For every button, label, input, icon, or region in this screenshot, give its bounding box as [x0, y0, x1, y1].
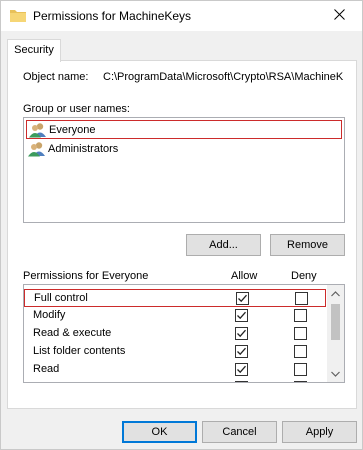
list-item-administrators[interactable]: Administrators — [26, 139, 342, 158]
allow-checkbox[interactable] — [235, 381, 248, 383]
cancel-button[interactable]: Cancel — [202, 421, 277, 443]
scroll-up-button[interactable] — [327, 285, 344, 302]
list-item-label: Everyone — [49, 123, 96, 136]
ok-button[interactable]: OK — [122, 421, 197, 443]
object-name-value: C:\ProgramData\Microsoft\Crypto\RSA\Mach… — [103, 71, 344, 83]
deny-checkbox[interactable] — [294, 381, 307, 382]
permission-row-list-folder-contents[interactable]: List folder contents — [24, 343, 326, 361]
permissions-list[interactable]: Full control Modify Read & execute List … — [23, 284, 345, 383]
deny-checkbox[interactable] — [294, 327, 307, 340]
permission-label: Read & execute — [33, 327, 112, 339]
close-icon — [334, 9, 345, 23]
allow-column-header: Allow — [231, 270, 258, 282]
allow-checkbox[interactable] — [235, 309, 248, 322]
window-title: Permissions for MachineKeys — [33, 9, 192, 23]
checkmark-icon — [237, 347, 246, 356]
checkmark-icon — [237, 365, 246, 374]
checkmark-icon — [238, 294, 247, 303]
allow-checkbox[interactable] — [236, 292, 249, 305]
apply-button[interactable]: Apply — [282, 421, 357, 443]
chevron-up-icon — [331, 290, 340, 296]
allow-checkbox[interactable] — [235, 363, 248, 376]
users-icon — [29, 122, 47, 138]
close-button[interactable] — [317, 1, 362, 31]
permission-row-read[interactable]: Read — [24, 361, 326, 379]
allow-checkbox[interactable] — [235, 345, 248, 358]
permission-label: List folder contents — [33, 345, 126, 357]
list-item-label: Administrators — [48, 142, 119, 155]
checkmark-icon — [236, 382, 247, 383]
permission-row-modify[interactable]: Modify — [24, 307, 326, 325]
permissions-header: Permissions for Everyone — [23, 270, 149, 282]
permission-label: Full control — [34, 292, 88, 304]
group-user-list[interactable]: Everyone Administrators — [23, 117, 345, 223]
group-users-label: Group or user names: — [23, 103, 130, 115]
deny-column-header: Deny — [291, 270, 317, 282]
users-icon — [28, 141, 46, 157]
remove-button[interactable]: Remove — [270, 234, 345, 256]
tab-security[interactable]: Security — [7, 39, 61, 62]
chevron-down-icon — [331, 371, 340, 377]
permission-row-full-control[interactable]: Full control — [24, 289, 326, 307]
deny-checkbox[interactable] — [294, 309, 307, 322]
permission-row-read-execute[interactable]: Read & execute — [24, 325, 326, 343]
permissions-scrollbar[interactable] — [327, 285, 344, 382]
deny-checkbox[interactable] — [295, 292, 308, 305]
permission-row-write[interactable] — [24, 379, 326, 383]
scroll-down-button[interactable] — [327, 365, 344, 382]
scroll-thumb[interactable] — [331, 304, 340, 340]
checkmark-icon — [237, 329, 246, 338]
list-item-everyone[interactable]: Everyone — [26, 120, 342, 139]
object-name-label: Object name: — [23, 71, 89, 83]
deny-checkbox[interactable] — [294, 363, 307, 376]
add-button[interactable]: Add... — [186, 234, 261, 256]
permissions-dialog: Permissions for MachineKeys Security Obj… — [0, 0, 363, 450]
title-bar[interactable]: Permissions for MachineKeys — [1, 1, 362, 31]
deny-checkbox[interactable] — [294, 345, 307, 358]
allow-checkbox[interactable] — [235, 327, 248, 340]
permission-label: Modify — [33, 309, 66, 321]
checkmark-icon — [237, 311, 246, 320]
permission-label: Read — [33, 363, 60, 375]
folder-icon — [10, 9, 26, 22]
